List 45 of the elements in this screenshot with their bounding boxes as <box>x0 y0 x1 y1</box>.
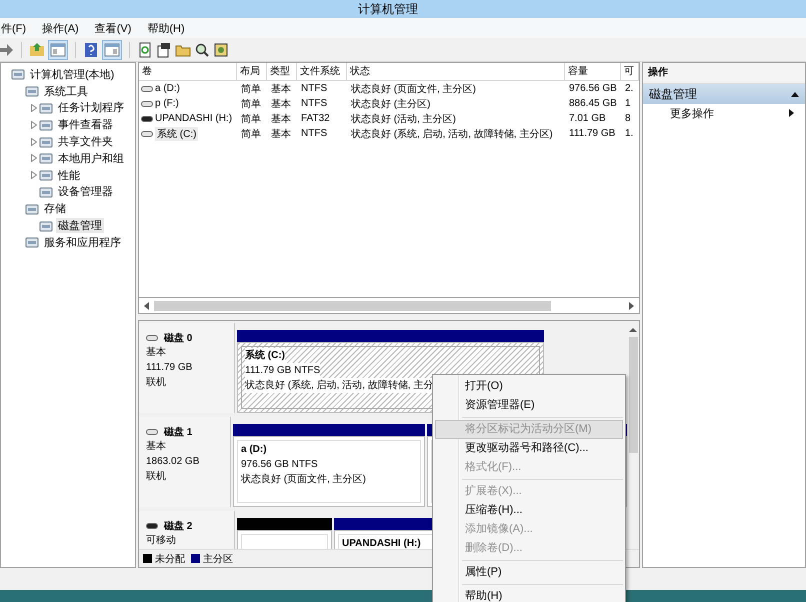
table-cell: 1 <box>625 98 631 109</box>
table-cell-text: 简单 <box>241 112 261 126</box>
partition-status: 状态良好 (系统, 启动, 活动, 故障转储, 主分 <box>245 378 434 393</box>
disk-name: 磁盘 0 <box>164 332 192 345</box>
table-cell: 1. <box>625 128 634 139</box>
disk-size: 111.79 GB <box>146 361 194 375</box>
actions-header: 操作 <box>643 63 805 84</box>
disk-name: 磁盘 1 <box>164 426 192 439</box>
table-cell-text: 基本 <box>271 98 291 110</box>
table-cell: 111.79 GB <box>569 128 616 139</box>
disk-size: 1863.02 GB <box>146 455 200 469</box>
disk-type: 基本 <box>146 346 167 360</box>
table-cell: 7.01 GB <box>569 113 606 124</box>
table-cell: FAT32 <box>301 113 330 124</box>
table-cell-text: 简单 <box>241 98 261 110</box>
table-cell-text: 状态良好 (主分区) <box>351 98 430 110</box>
partition-name: a (D:) <box>241 443 267 457</box>
partition-name: 系统 (C:) <box>245 348 285 363</box>
table-cell-text: 基本 <box>271 82 291 96</box>
table-cell: 2. <box>625 83 634 94</box>
legend-label: 主分区 <box>203 552 233 566</box>
table-cell: NTFS <box>301 128 328 139</box>
legend-label: 未分配 <box>155 552 185 566</box>
table-cell: NTFS <box>301 98 328 109</box>
table-cell-text: 简单 <box>241 82 261 96</box>
table-cell: NTFS <box>301 83 328 94</box>
disk-status: 联机 <box>146 376 167 390</box>
table-cell-text: 基本 <box>271 112 291 126</box>
disk-type: 可移动 <box>146 534 177 548</box>
window-title: 计算机管理 <box>358 0 418 18</box>
disk-name: 磁盘 2 <box>164 520 192 533</box>
table-cell: 8 <box>625 113 631 124</box>
disk-type: 基本 <box>146 440 167 454</box>
table-cell: 886.45 GB <box>569 98 617 109</box>
table-cell-text: 状态良好 (页面文件, 主分区) <box>351 82 476 96</box>
partition-size: 111.79 GB NTFS <box>245 363 320 378</box>
table-cell-text: 状态良好 (系统, 启动, 活动, 故障转储, 主分区) <box>351 128 553 140</box>
table-cell: 976.56 GB <box>569 83 617 94</box>
disk-status: 联机 <box>146 470 167 484</box>
table-cell-text: 状态良好 (活动, 主分区) <box>351 112 456 126</box>
table-cell-text: 基本 <box>271 128 291 140</box>
partition-name: UPANDASHI (H:) <box>342 537 421 549</box>
table-cell-text: 简单 <box>241 128 261 140</box>
partition-size: 976.56 GB NTFS <box>241 458 318 472</box>
partition-status: 状态良好 (页面文件, 主分区) <box>241 472 366 487</box>
